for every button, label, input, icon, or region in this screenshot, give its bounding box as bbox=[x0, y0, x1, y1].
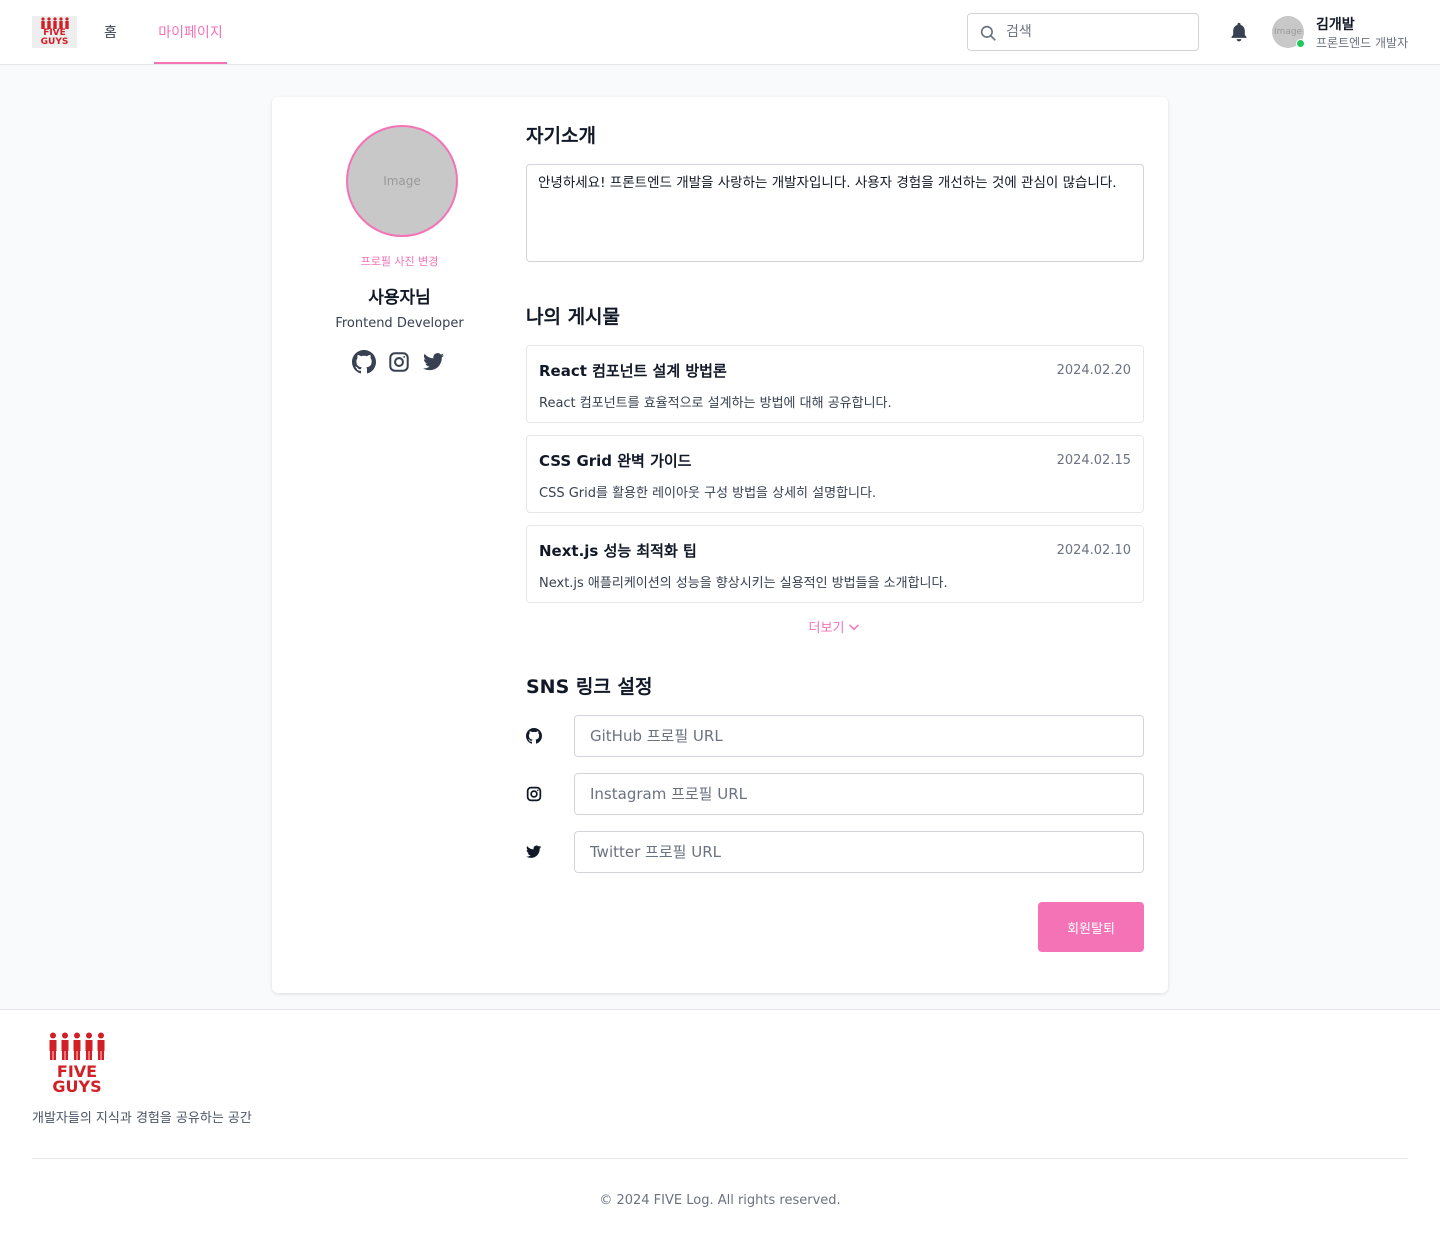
footer-logo-text-line2: GUYS bbox=[52, 1077, 102, 1096]
twitter-icon bbox=[526, 845, 542, 858]
online-status-badge bbox=[1296, 39, 1305, 48]
user-role: 프론트엔드 개발자 bbox=[1316, 36, 1409, 50]
post-description: React 컴포넌트를 효율적으로 설계하는 방법에 대해 공유합니다. bbox=[539, 396, 892, 411]
instagram-icon[interactable] bbox=[387, 350, 411, 374]
github-icon[interactable] bbox=[352, 350, 376, 374]
mypage-card: Image 프로필 사진 변경 사용자님 Frontend Developer … bbox=[272, 97, 1168, 993]
twitter-icon[interactable] bbox=[422, 350, 446, 374]
change-photo-link[interactable]: 프로필 사진 변경 bbox=[272, 253, 527, 269]
profile-title: Frontend Developer bbox=[335, 316, 464, 331]
twitter-url-input[interactable] bbox=[574, 831, 1144, 873]
post-date: 2024.02.20 bbox=[1056, 363, 1131, 378]
more-posts-button[interactable]: 더보기 bbox=[526, 617, 1144, 636]
sns-title: SNS 링크 설정 bbox=[526, 676, 653, 698]
copyright: © 2024 FIVE Log. All rights reserved. bbox=[599, 1193, 841, 1208]
post-item[interactable]: Next.js 성능 최적화 팁 2024.02.10 Next.js 애플리케… bbox=[526, 525, 1144, 603]
logo-text-line2: GUYS bbox=[40, 37, 69, 47]
five-guys-figures-icon bbox=[49, 1032, 105, 1060]
bio-textarea[interactable]: 안녕하세요! 프론트엔드 개발을 사랑하는 개발자입니다. 사용자 경험을 개선… bbox=[526, 164, 1144, 262]
profile-name: 사용자님 bbox=[368, 288, 431, 308]
post-title: Next.js 성능 최적화 팁 bbox=[539, 542, 697, 560]
post-title: CSS Grid 완벽 가이드 bbox=[539, 452, 692, 470]
github-icon bbox=[526, 728, 542, 744]
post-date: 2024.02.15 bbox=[1056, 453, 1131, 468]
footer: FIVE GUYS 개발자들의 지식과 경험을 공유하는 공간 © 2024 F… bbox=[0, 1009, 1440, 1259]
post-description: CSS Grid를 활용한 레이아웃 구성 방법을 상세히 설명합니다. bbox=[539, 486, 877, 501]
instagram-url-input[interactable] bbox=[574, 773, 1144, 815]
more-label: 더보기 bbox=[808, 621, 845, 636]
footer-divider bbox=[32, 1158, 1408, 1159]
nav-home[interactable]: 홈 bbox=[104, 0, 117, 64]
search-box bbox=[967, 13, 1199, 51]
post-title: React 컴포넌트 설계 방법론 bbox=[539, 362, 727, 380]
instagram-icon bbox=[526, 786, 542, 802]
about-title: 자기소개 bbox=[526, 125, 596, 147]
post-item[interactable]: CSS Grid 완벽 가이드 2024.02.15 CSS Grid를 활용한… bbox=[526, 435, 1144, 513]
notification-bell-icon[interactable] bbox=[1229, 21, 1249, 47]
search-icon bbox=[980, 25, 996, 41]
github-url-input[interactable] bbox=[574, 715, 1144, 757]
search-input[interactable] bbox=[1006, 14, 1191, 50]
withdraw-button[interactable]: 회원탈퇴 bbox=[1038, 902, 1144, 952]
header-logo[interactable]: FIVE GUYS bbox=[32, 16, 77, 48]
top-header: FIVE GUYS 홈 마이페이지 Image 김개발 프론트엔드 개발자 bbox=[0, 0, 1440, 65]
posts-title: 나의 게시물 bbox=[526, 306, 621, 328]
post-item[interactable]: React 컴포넌트 설계 방법론 2024.02.20 React 컴포넌트를… bbox=[526, 345, 1144, 423]
chevron-down-icon bbox=[849, 624, 860, 631]
footer-tagline: 개발자들의 지식과 경험을 공유하는 공간 bbox=[32, 1111, 252, 1126]
user-name: 김개발 bbox=[1316, 17, 1355, 33]
footer-logo[interactable]: FIVE GUYS bbox=[48, 1032, 106, 1096]
profile-image[interactable]: Image bbox=[346, 125, 458, 237]
post-description: Next.js 애플리케이션의 성능을 향상시키는 실용적인 방법들을 소개합니… bbox=[539, 576, 948, 591]
nav-mypage[interactable]: 마이페이지 bbox=[154, 0, 227, 64]
post-date: 2024.02.10 bbox=[1056, 543, 1131, 558]
social-links bbox=[352, 350, 446, 374]
